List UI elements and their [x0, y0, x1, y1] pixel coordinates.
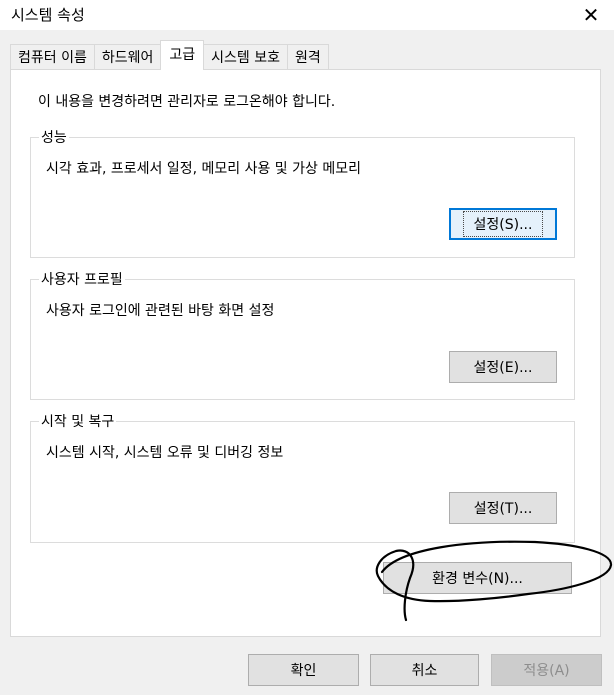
window-title: 시스템 속성	[11, 6, 85, 24]
user-profiles-group-title: 사용자 프로필	[39, 269, 125, 289]
startup-recovery-group: 시작 및 복구 시스템 시작, 시스템 오류 및 디버깅 정보 설정(T)...	[30, 411, 575, 543]
startup-recovery-description: 시스템 시작, 시스템 오류 및 디버깅 정보	[46, 445, 284, 461]
admin-logon-note: 이 내용을 변경하려면 관리자로 로그온해야 합니다.	[38, 94, 336, 110]
close-icon: ✕	[582, 3, 600, 27]
cancel-button[interactable]: 취소	[370, 654, 479, 686]
system-properties-window: 시스템 속성 ✕ 컴퓨터 이름 하드웨어 고급 시스템 보호 원격 이 내용을 …	[0, 0, 614, 695]
startup-recovery-group-title: 시작 및 복구	[39, 411, 117, 431]
close-button[interactable]: ✕	[568, 0, 614, 30]
performance-description: 시각 효과, 프로세서 일정, 메모리 사용 및 가상 메모리	[46, 161, 361, 177]
ok-button[interactable]: 확인	[248, 654, 359, 686]
performance-settings-button[interactable]: 설정(S)...	[449, 208, 557, 240]
performance-group-title: 성능	[39, 127, 69, 147]
user-profiles-description: 사용자 로그인에 관련된 바탕 화면 설정	[46, 303, 275, 319]
title-bar[interactable]: 시스템 속성 ✕	[0, 0, 614, 30]
startup-recovery-settings-button[interactable]: 설정(T)...	[449, 492, 557, 524]
performance-settings-label: 설정(S)...	[462, 211, 544, 237]
tab-system-protection[interactable]: 시스템 보호	[203, 44, 289, 70]
advanced-tab-panel: 이 내용을 변경하려면 관리자로 로그온해야 합니다. 성능 시각 효과, 프로…	[10, 69, 601, 637]
performance-group: 성능 시각 효과, 프로세서 일정, 메모리 사용 및 가상 메모리 설정(S)…	[30, 127, 575, 258]
user-profiles-group: 사용자 프로필 사용자 로그인에 관련된 바탕 화면 설정 설정(E)...	[30, 269, 575, 400]
environment-variables-button[interactable]: 환경 변수(N)...	[383, 562, 572, 594]
apply-button[interactable]: 적용(A)	[491, 654, 602, 686]
tab-remote[interactable]: 원격	[287, 44, 329, 70]
user-profiles-settings-button[interactable]: 설정(E)...	[449, 351, 557, 383]
tab-strip: 컴퓨터 이름 하드웨어 고급 시스템 보호 원격	[10, 40, 329, 70]
tab-hardware[interactable]: 하드웨어	[93, 44, 162, 70]
tab-computer-name[interactable]: 컴퓨터 이름	[10, 44, 95, 70]
tab-advanced[interactable]: 고급	[160, 40, 205, 70]
